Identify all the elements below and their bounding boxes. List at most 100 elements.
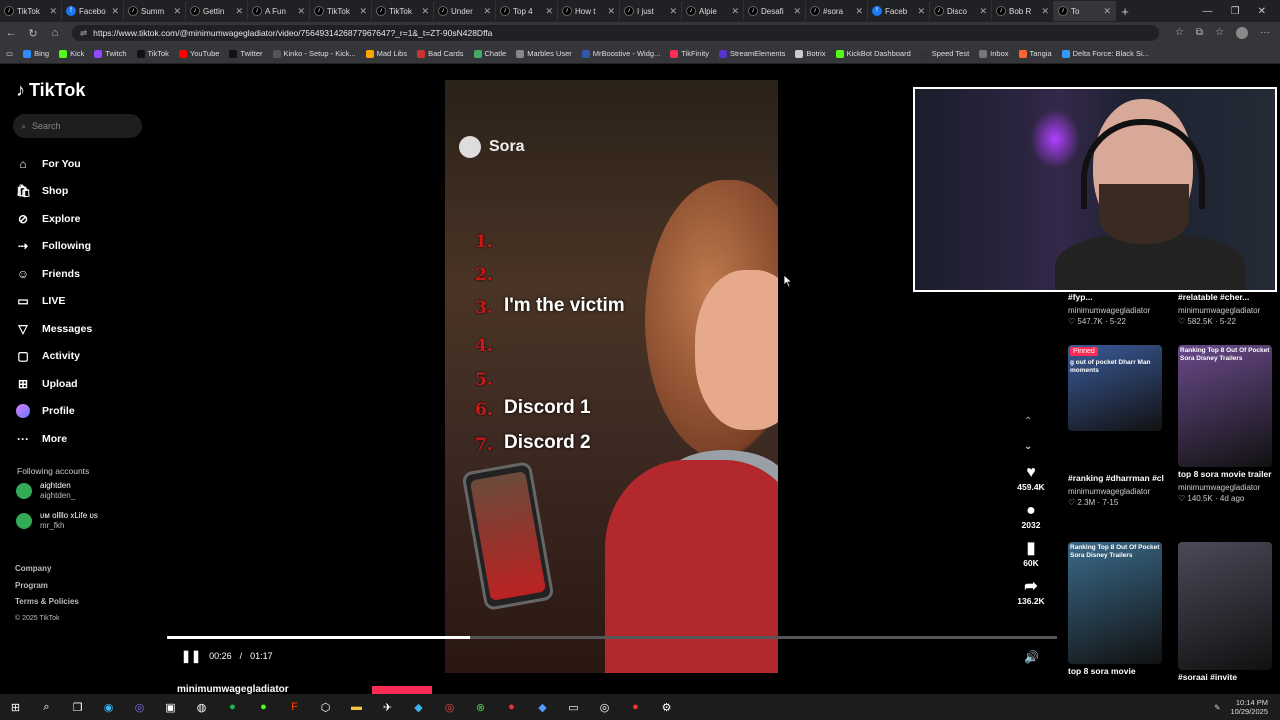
nav-item-following[interactable]: ⇢ Following (16, 233, 92, 261)
nav-item-activity[interactable]: ▢ Activity (16, 343, 92, 371)
bookmark-item[interactable]: Marbles User (516, 49, 572, 58)
bookmarks-icon[interactable]: ▭ (6, 49, 13, 58)
related-video-card[interactable]: Ranking Top 8 Out Of Pocket Sora Disney … (1068, 542, 1164, 678)
app-icon[interactable]: ◎ (589, 701, 620, 714)
browser-tab[interactable]: ♪ I just ✕ (620, 1, 682, 21)
close-tab-icon[interactable]: ✕ (421, 6, 429, 17)
start-icon[interactable]: ⊞ (0, 701, 31, 714)
browser-tab[interactable]: ♪ Alpie ✕ (682, 1, 744, 21)
browser-tab[interactable]: ♪ Top 4 ✕ (496, 1, 558, 21)
app-icon[interactable]: ◎ (124, 701, 155, 714)
favorites-icon[interactable]: ☆ (1215, 27, 1224, 39)
browser-tab[interactable]: ♪ #sora ✕ (806, 1, 868, 21)
app-icon[interactable]: ◍ (186, 701, 217, 714)
nav-item-more[interactable]: ··· More (16, 425, 92, 453)
browser-tab[interactable]: ♪ To ✕ (1054, 1, 1116, 21)
close-tab-icon[interactable]: ✕ (731, 6, 739, 17)
bookmark-item[interactable]: Delta Force: Black Si... (1061, 49, 1149, 58)
close-window-icon[interactable]: ✕ (1258, 6, 1266, 17)
bookmark-item[interactable]: Kick (59, 49, 84, 58)
pen-icon[interactable]: ✎ (1214, 703, 1220, 712)
bookmark-item[interactable]: StreamElements (718, 49, 785, 58)
close-tab-icon[interactable]: ✕ (297, 6, 305, 17)
close-tab-icon[interactable]: ✕ (793, 6, 801, 17)
taskbar-search-icon[interactable]: ⌕ (31, 701, 62, 714)
bookmark-item[interactable]: YouTube (178, 49, 219, 58)
nav-item-friends[interactable]: ☺ Friends (16, 260, 92, 288)
video-progress-bar[interactable] (167, 636, 1057, 639)
app-icon[interactable]: F (279, 701, 310, 713)
app-icon[interactable]: ⬡ (310, 701, 341, 714)
settings-icon[interactable]: ⚙ (651, 701, 682, 714)
bookmark-item[interactable]: Bing (23, 49, 49, 58)
close-tab-icon[interactable]: ✕ (235, 6, 243, 17)
bookmark-star-icon[interactable]: ☆ (1175, 27, 1184, 39)
pause-icon[interactable]: ❚❚ (181, 649, 201, 663)
close-tab-icon[interactable]: ✕ (1041, 6, 1049, 17)
maximize-icon[interactable]: ❐ (1231, 6, 1240, 17)
nav-item-for-you[interactable]: ⌂ For You (16, 150, 92, 178)
new-tab-icon[interactable]: + (1116, 4, 1134, 19)
browser-tab[interactable]: ♪ A Fun ✕ (248, 1, 310, 21)
video-thumbnail[interactable]: Pinned g out of pocket Dharr Man moments (1068, 345, 1162, 431)
bookmark-item[interactable]: Inbox (979, 49, 1009, 58)
file-explorer-icon[interactable]: ▬ (341, 701, 372, 713)
close-tab-icon[interactable]: ✕ (49, 6, 57, 17)
edge-icon[interactable]: ◉ (93, 701, 124, 714)
browser-tab[interactable]: f Facebo ✕ (62, 1, 124, 21)
bookmark-item[interactable]: Twitch (94, 49, 127, 58)
footer-link[interactable]: Program (15, 578, 79, 595)
app-icon[interactable]: ✈ (372, 701, 403, 714)
footer-link[interactable]: Terms & Policies (15, 594, 79, 611)
bookmark-item[interactable]: Speed Test (920, 49, 969, 58)
video-author[interactable]: minimumwagegladiator (1068, 485, 1164, 498)
browser-tab[interactable]: ♪ Bob R ✕ (992, 1, 1054, 21)
share-button[interactable]: ➦ 136.2K (1009, 578, 1053, 606)
browser-tab[interactable]: ♪ Under ✕ (434, 1, 496, 21)
extensions-icon[interactable]: ⧉ (1196, 27, 1203, 39)
like-button[interactable]: ♥ 459.4K (1009, 464, 1053, 492)
following-account[interactable]: ᴜᴍ ollllo xLife ᴜs mr_fkh (16, 511, 98, 531)
profile-avatar[interactable] (1236, 27, 1248, 39)
close-tab-icon[interactable]: ✕ (359, 6, 367, 17)
browser-tab[interactable]: ♪ TikTok ✕ (372, 1, 434, 21)
nav-item-shop[interactable]: 🛍 Shop (16, 178, 92, 206)
url-field[interactable]: ⇌ https://www.tiktok.com/@minimumwagegla… (72, 25, 1159, 41)
related-video-card[interactable]: #relatable #cher... minimumwagegladiator ♡… (1178, 290, 1274, 326)
video-author[interactable]: minimumwagegladiator (1178, 481, 1274, 494)
bookmark-item[interactable]: Bad Cards (417, 49, 464, 58)
app-icon[interactable]: ▣ (155, 701, 186, 714)
minimize-icon[interactable]: — (1203, 6, 1213, 17)
xbox-icon[interactable]: ⊗ (465, 701, 496, 714)
browser-tab[interactable]: ♪ How t ✕ (558, 1, 620, 21)
bookmark-item[interactable]: Kinko - Setup - Kick... (272, 49, 356, 58)
prev-video-icon[interactable]: ⌃ (1024, 409, 1032, 435)
bookmark-item[interactable]: Mad Libs (365, 49, 407, 58)
following-account[interactable]: aightden aightden_ (16, 481, 75, 501)
browser-tab[interactable]: ♪ Summ ✕ (124, 1, 186, 21)
close-tab-icon[interactable]: ✕ (669, 6, 677, 17)
close-tab-icon[interactable]: ✕ (979, 6, 987, 17)
browser-tab[interactable]: ♪ Disco ✕ (930, 1, 992, 21)
tiktok-logo[interactable]: ♪ TikTok (16, 80, 85, 101)
related-video-card[interactable]: Pinned g out of pocket Dharr Man moments #… (1068, 345, 1164, 507)
footer-link[interactable]: Company (15, 561, 79, 578)
close-tab-icon[interactable]: ✕ (483, 6, 491, 17)
browser-tab[interactable]: ♪ Desafi ✕ (744, 1, 806, 21)
app-icon[interactable]: ◆ (403, 701, 434, 714)
app-icon[interactable]: ◆ (527, 701, 558, 714)
bookmark-item[interactable]: Chatle (473, 49, 506, 58)
next-video-icon[interactable]: ⌄ (1024, 434, 1032, 460)
video-thumbnail[interactable] (1178, 542, 1272, 670)
video-author[interactable]: minimumwagegladiator (1178, 304, 1274, 317)
browser-tab[interactable]: ♪ Gettin ✕ (186, 1, 248, 21)
close-tab-icon[interactable]: ✕ (607, 6, 615, 17)
bookmark-item[interactable]: Twitter (229, 49, 263, 58)
app-icon[interactable]: ● (248, 701, 279, 713)
back-icon[interactable]: ← (0, 27, 22, 39)
close-tab-icon[interactable]: ✕ (111, 6, 119, 17)
close-tab-icon[interactable]: ✕ (855, 6, 863, 17)
nav-item-live[interactable]: ▭ LIVE (16, 288, 92, 316)
browser-menu-icon[interactable]: ··· (1260, 27, 1270, 39)
nav-item-upload[interactable]: ⊞ Upload (16, 370, 92, 398)
